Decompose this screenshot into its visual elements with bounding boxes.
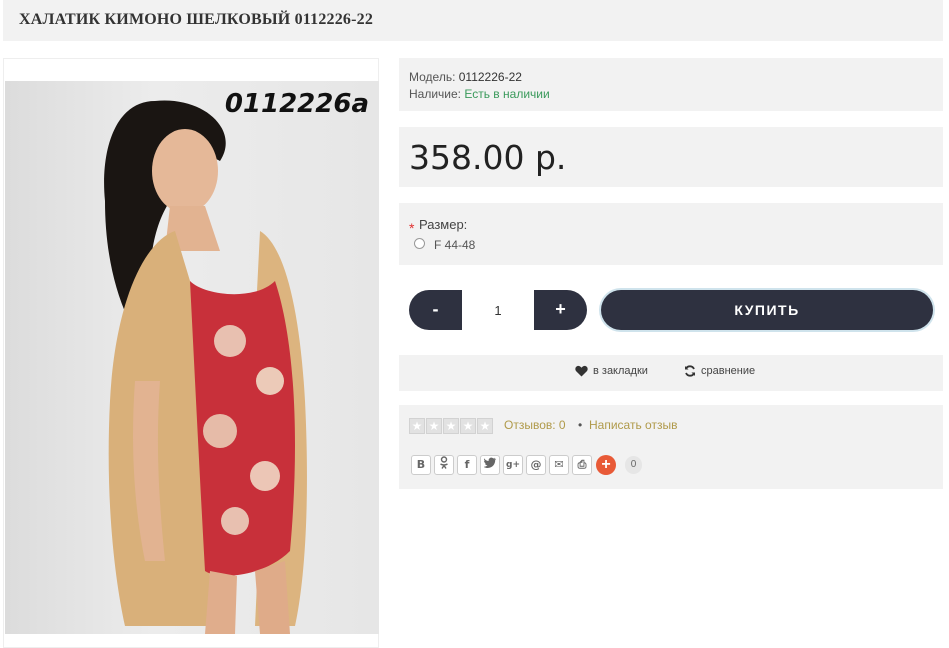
size-option-label[interactable]: F 44-48 [434,238,475,252]
required-mark: * [409,220,415,236]
size-label: Размер: [419,217,468,232]
compare-label: сравнение [701,365,756,377]
rating-stars: ★ ★ ★ ★ ★ [409,418,493,434]
star-icon: ★ [409,418,425,434]
bookmark-button[interactable]: в закладки [575,365,648,377]
star-icon: ★ [426,418,442,434]
star-icon: ★ [460,418,476,434]
price-value: 358.00 р. [409,138,567,177]
photo-code-label: 0112226a [224,89,369,119]
size-radio[interactable] [414,238,425,249]
product-photo-illustration [104,100,307,634]
product-info-panel: Модель: 0112226-22 Наличие: Есть в налич… [399,58,943,111]
email-share-button[interactable]: @ [526,455,546,475]
buy-button[interactable]: КУПИТЬ [601,290,933,330]
actions-panel: в закладки сравнение [399,355,943,391]
star-icon: ★ [477,418,493,434]
model-value: 0112226-22 [458,70,522,84]
quantity-plus-button[interactable]: + [534,290,587,330]
odnoklassniki-icon [440,456,448,469]
stock-value: Есть в наличии [464,87,550,101]
twitter-share-button[interactable] [480,455,500,475]
star-icon: ★ [443,418,459,434]
model-label: Модель: [409,70,456,84]
bookmark-label: в закладки [593,365,648,377]
title-bar: ХАЛАТИК КИМОНО ШЕЛКОВЫЙ 0112226-22 [3,0,943,41]
reviews-count-link[interactable]: Отзывов: 0 [504,418,566,432]
more-share-button[interactable]: + [596,455,616,475]
write-review-link[interactable]: Написать отзыв [589,418,677,432]
quantity-input[interactable] [462,290,534,330]
stock-row: Наличие: Есть в наличии [409,86,933,103]
price-panel: 358.00 р. [399,127,943,187]
product-image-box: 0112226a [3,58,379,648]
compare-button[interactable]: сравнение [684,365,755,377]
stock-label: Наличие: [409,87,462,101]
share-bar: В f g+ @ ✉ ⎙ + 0 [411,455,642,475]
reviews-separator: • [578,418,583,432]
heart-icon [575,365,588,377]
print-button[interactable]: ⎙ [572,455,592,475]
twitter-icon [483,457,496,468]
share-count: 0 [625,456,642,474]
facebook-share-button[interactable]: f [457,455,477,475]
google-plus-share-button[interactable]: g+ [503,455,523,475]
mail-share-button[interactable]: ✉ [549,455,569,475]
model-row: Модель: 0112226-22 [409,69,933,86]
ok-share-button[interactable] [434,455,454,475]
vk-share-button[interactable]: В [411,455,431,475]
reviews-panel: ★ ★ ★ ★ ★ Отзывов: 0 • Написать отзыв В … [399,405,943,489]
page-title: ХАЛАТИК КИМОНО ШЕЛКОВЫЙ 0112226-22 [19,11,374,28]
options-panel: * Размер: F 44-48 [399,203,943,265]
refresh-icon [685,365,695,377]
product-photo[interactable]: 0112226a [5,81,379,634]
quantity-minus-button[interactable]: - [409,290,462,330]
